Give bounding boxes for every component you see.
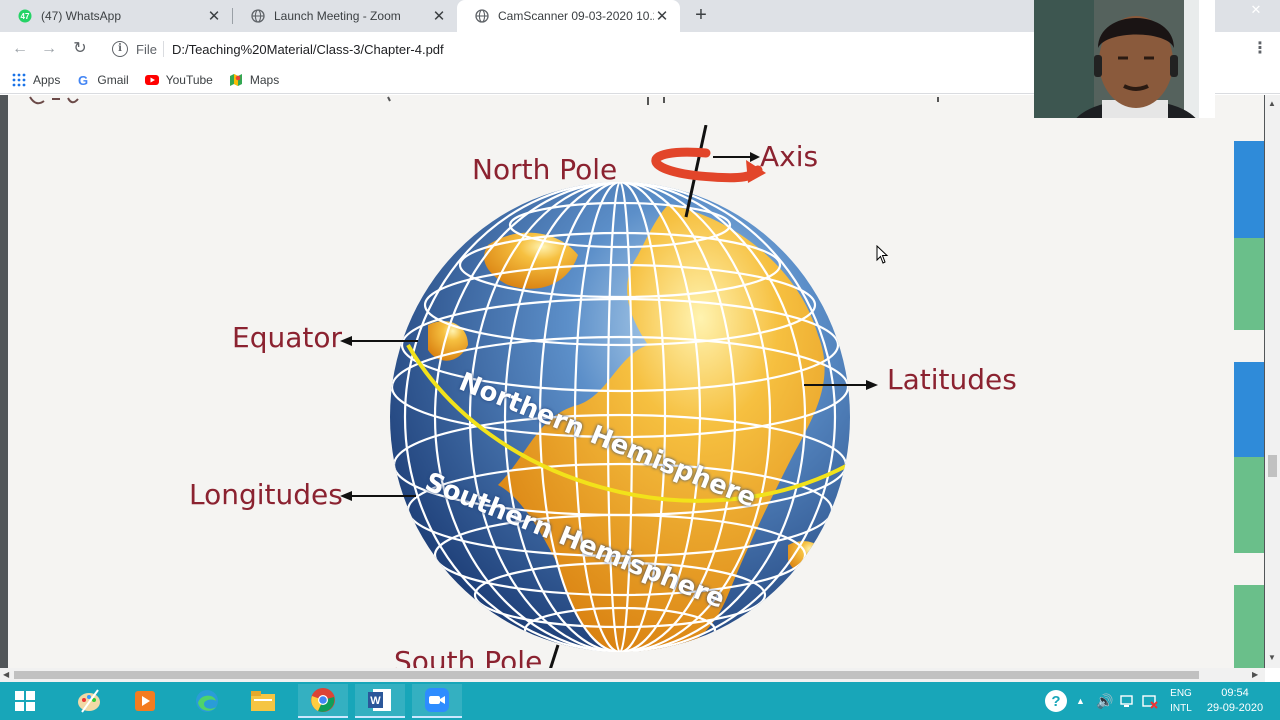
file-explorer-icon — [251, 691, 275, 711]
notification-icon[interactable] — [1142, 682, 1158, 720]
screen: 47 (47) WhatsApp ✕ Launch Meeting - Zoom… — [0, 0, 1280, 720]
show-hidden-icons-icon[interactable]: ▲ — [1076, 682, 1085, 720]
file-explorer-app[interactable] — [238, 684, 288, 718]
person-video-frame — [1034, 0, 1215, 118]
svg-text:G: G — [78, 73, 88, 87]
reload-icon[interactable]: ↻ — [69, 38, 91, 60]
close-icon[interactable]: ✕ — [431, 7, 447, 25]
svg-text:47: 47 — [21, 12, 30, 21]
side-color-block — [1234, 585, 1264, 668]
equator-label: Equator — [232, 321, 342, 354]
clock-date: 29-09-2020 — [1206, 702, 1264, 714]
close-icon[interactable]: ✕ — [654, 7, 670, 25]
bookmark-maps[interactable]: Maps — [229, 73, 279, 87]
pdf-viewer[interactable]: North Pole Axis Equator Latitudes Longit… — [0, 95, 1280, 668]
side-color-block — [1234, 141, 1264, 238]
tab-title: Launch Meeting - Zoom — [274, 9, 401, 23]
mouse-cursor-icon — [876, 245, 889, 264]
forward-arrow-icon[interactable]: → — [38, 38, 60, 60]
url-text[interactable]: D:/Teaching%20Material/Class-3/Chapter-4… — [172, 42, 444, 57]
system-clock[interactable]: 09:54 29-09-2020 — [1198, 686, 1272, 716]
tab-title: (47) WhatsApp — [41, 9, 122, 23]
more-menu-icon[interactable]: ⋮ — [1252, 40, 1268, 58]
pdf-page: North Pole Axis Equator Latitudes Longit… — [8, 95, 1264, 668]
media-player-icon — [135, 691, 155, 711]
tab-whatsapp[interactable]: 47 (47) WhatsApp ✕ — [0, 0, 232, 32]
latitudes-arrow — [804, 380, 878, 390]
svg-text:?: ? — [1051, 693, 1060, 710]
edge-app[interactable] — [182, 684, 232, 718]
windows-start-button[interactable] — [0, 684, 50, 718]
paint-icon — [78, 689, 100, 713]
tab-title: CamScanner 09-03-2020 10.20.0 — [498, 9, 654, 23]
volume-icon[interactable]: 🔊 — [1096, 682, 1113, 720]
windows-taskbar: W ? ▲ 🔊 ENG INTL 09:54 29-09-2020 — [0, 682, 1280, 720]
youtube-icon — [144, 73, 159, 87]
longitudes-label: Longitudes — [189, 478, 343, 511]
scroll-down-icon[interactable]: ▼ — [1268, 653, 1276, 662]
chrome-app[interactable] — [298, 684, 348, 718]
side-color-block — [1234, 362, 1264, 457]
input-language-indicator[interactable]: ENG INTL — [1166, 686, 1196, 716]
bookmark-label: Apps — [33, 72, 61, 87]
clock-time: 09:54 — [1221, 687, 1249, 699]
back-arrow-icon[interactable]: ← — [9, 38, 31, 60]
url-scheme: File — [136, 41, 157, 57]
globe-icon — [475, 9, 489, 23]
close-icon[interactable]: ✕ — [1246, 2, 1266, 18]
paint-app[interactable] — [64, 684, 114, 718]
bookmark-gmail[interactable]: G Gmail — [76, 72, 129, 88]
language-code: ENG — [1170, 688, 1192, 699]
media-player-app[interactable] — [120, 684, 170, 718]
bookmark-apps[interactable]: Apps — [12, 73, 60, 87]
info-icon[interactable]: i — [112, 41, 128, 57]
whatsapp-icon: 47 — [18, 9, 32, 23]
address-bar[interactable]: i File D:/Teaching%20Material/Class-3/Ch… — [104, 35, 1034, 63]
bookmark-label: YouTube — [165, 72, 213, 87]
google-icon: G — [76, 73, 90, 88]
vertical-scrollbar[interactable]: ▲ ▼ — [1265, 95, 1280, 668]
south-pole-label: South Pole — [394, 645, 543, 668]
side-color-block — [1234, 457, 1264, 553]
scroll-up-icon[interactable]: ▲ — [1268, 99, 1276, 108]
network-icon[interactable] — [1120, 682, 1136, 720]
bookmark-label: Maps — [249, 72, 280, 87]
close-icon[interactable]: ✕ — [206, 7, 222, 25]
bookmark-label: Gmail — [97, 72, 129, 87]
new-tab-button[interactable]: + — [690, 4, 712, 26]
tab-camscanner[interactable]: CamScanner 09-03-2020 10.20.0 ✕ — [457, 0, 680, 32]
maps-icon — [229, 73, 243, 87]
horizontal-scrollbar[interactable]: ◀ ▶ — [0, 668, 1265, 682]
help-icon[interactable]: ? — [1044, 682, 1068, 720]
scroll-left-icon[interactable]: ◀ — [3, 670, 9, 679]
bookmark-youtube[interactable]: YouTube — [144, 72, 213, 87]
tab-zoom[interactable]: Launch Meeting - Zoom ✕ — [233, 0, 457, 32]
apps-grid-icon — [12, 73, 26, 87]
side-color-block — [1234, 238, 1264, 330]
webcam-video — [1034, 0, 1215, 118]
word-icon: W — [368, 689, 391, 711]
scrollbar-thumb[interactable] — [1268, 455, 1277, 477]
chrome-icon — [311, 688, 335, 712]
windows-logo-icon — [15, 691, 35, 711]
word-app[interactable]: W — [355, 684, 405, 718]
keyboard-layout: INTL — [1170, 703, 1192, 714]
svg-text:W: W — [370, 695, 381, 707]
latitudes-label: Latitudes — [887, 363, 1017, 396]
zoom-icon — [425, 688, 449, 712]
edge-icon — [196, 690, 218, 712]
north-pole-label: North Pole — [472, 153, 618, 186]
equator-arrow — [340, 336, 418, 346]
axis-label: Axis — [760, 140, 819, 173]
divider — [162, 41, 164, 57]
globe-icon — [251, 9, 265, 23]
scroll-right-icon[interactable]: ▶ — [1252, 670, 1258, 679]
zoom-app[interactable] — [412, 684, 462, 718]
scrollbar-thumb[interactable] — [14, 671, 1199, 679]
